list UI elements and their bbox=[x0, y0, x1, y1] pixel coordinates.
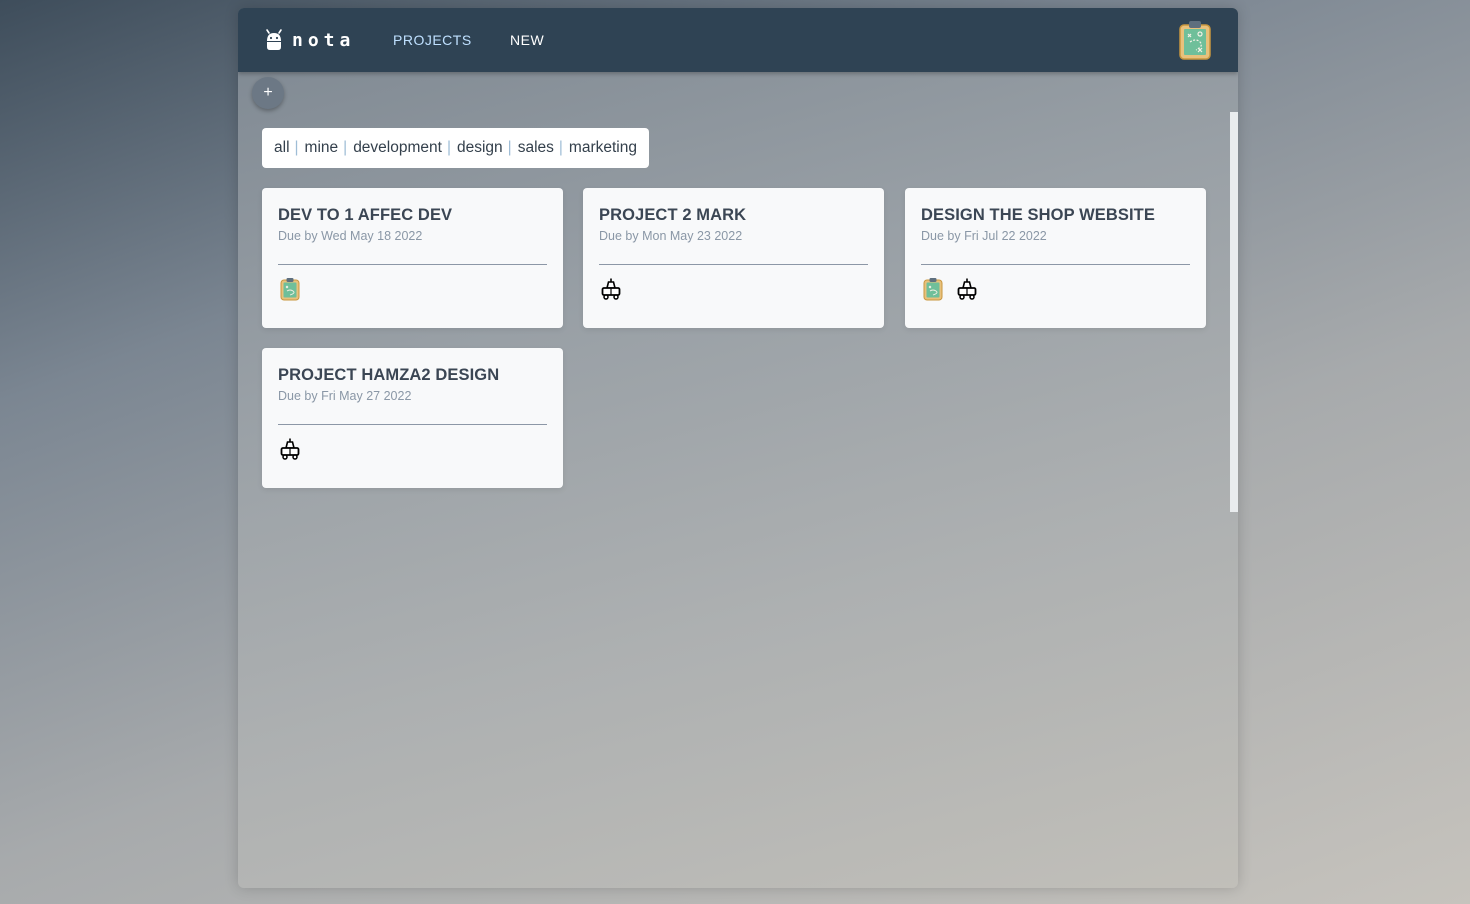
add-project-button[interactable]: + bbox=[252, 77, 284, 109]
top-navbar: nota PROJECTS NEW bbox=[238, 8, 1238, 72]
project-due-date: Due by Wed May 18 2022 bbox=[278, 229, 423, 243]
member-avatars bbox=[599, 277, 623, 301]
member-avatars bbox=[921, 277, 979, 301]
project-card[interactable]: PROJECT HAMZA2 DESIGN Due by Fri May 27 … bbox=[262, 348, 563, 488]
filter-design[interactable]: design bbox=[457, 139, 503, 157]
robot-avatar-icon[interactable] bbox=[955, 277, 979, 301]
filter-mine[interactable]: mine bbox=[305, 139, 339, 157]
project-card[interactable]: PROJECT 2 MARK Due by Mon May 23 2022 bbox=[583, 188, 884, 328]
clipboard-avatar-icon[interactable] bbox=[278, 277, 302, 301]
project-title: DEV TO 1 AFFEC DEV bbox=[278, 206, 453, 224]
filter-development[interactable]: development bbox=[353, 139, 442, 157]
member-avatars bbox=[278, 277, 302, 301]
filter-all[interactable]: all bbox=[274, 139, 290, 157]
robot-avatar-icon[interactable] bbox=[278, 437, 302, 461]
category-filter-bar: all | mine | development | design | sale… bbox=[262, 128, 649, 168]
filter-separator: | bbox=[294, 139, 299, 156]
filter-separator: | bbox=[343, 139, 348, 156]
project-card[interactable]: DESIGN THE SHOP WEBSITE Due by Fri Jul 2… bbox=[905, 188, 1206, 328]
robot-avatar-icon[interactable] bbox=[599, 277, 623, 301]
project-title: PROJECT HAMZA2 DESIGN bbox=[278, 366, 500, 384]
card-divider bbox=[278, 424, 547, 425]
card-divider bbox=[278, 264, 547, 265]
nav-new[interactable]: NEW bbox=[510, 32, 544, 48]
project-card[interactable]: DEV TO 1 AFFEC DEV Due by Wed May 18 202… bbox=[262, 188, 563, 328]
member-avatars bbox=[278, 437, 302, 461]
project-due-date: Due by Mon May 23 2022 bbox=[599, 229, 743, 243]
brand-name: nota bbox=[292, 29, 356, 51]
project-title: PROJECT 2 MARK bbox=[599, 206, 747, 224]
scrollbar[interactable] bbox=[1230, 112, 1238, 512]
brand[interactable]: nota bbox=[264, 28, 355, 52]
card-divider bbox=[599, 264, 868, 265]
filter-separator: | bbox=[558, 139, 563, 156]
filter-separator: | bbox=[507, 139, 512, 156]
project-due-date: Due by Fri Jul 22 2022 bbox=[921, 229, 1047, 243]
app-window: nota PROJECTS NEW + all | mine | develop… bbox=[238, 8, 1238, 888]
android-logo-icon bbox=[264, 28, 284, 52]
project-title: DESIGN THE SHOP WEBSITE bbox=[921, 206, 1155, 224]
filter-sales[interactable]: sales bbox=[518, 139, 554, 157]
filter-marketing[interactable]: marketing bbox=[569, 139, 637, 157]
filter-separator: | bbox=[446, 139, 451, 156]
clipboard-avatar-icon[interactable] bbox=[1178, 20, 1212, 60]
project-due-date: Due by Fri May 27 2022 bbox=[278, 389, 412, 403]
card-divider bbox=[921, 264, 1190, 265]
clipboard-avatar-icon[interactable] bbox=[921, 277, 945, 301]
nav-projects[interactable]: PROJECTS bbox=[393, 32, 472, 48]
